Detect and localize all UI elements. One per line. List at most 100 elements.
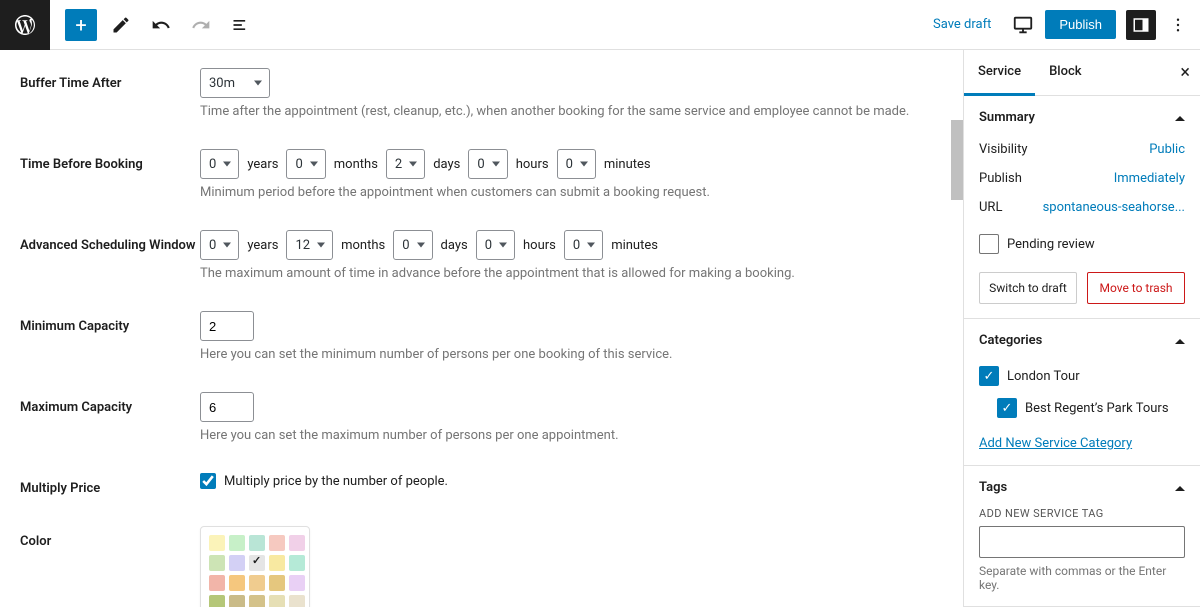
tb-hours[interactable]: 0 bbox=[468, 149, 507, 179]
plus-icon: + bbox=[75, 13, 86, 37]
link-url[interactable]: spontaneous-seahorse... bbox=[1043, 200, 1185, 215]
color-swatch[interactable] bbox=[229, 555, 245, 571]
color-swatch[interactable] bbox=[249, 535, 265, 551]
label-max-cap: Maximum Capacity bbox=[20, 392, 200, 415]
color-swatch[interactable] bbox=[249, 575, 265, 591]
category-item: ✓ Best Regent’s Park Tours bbox=[997, 392, 1185, 424]
wordpress-logo[interactable] bbox=[0, 0, 50, 50]
top-right-group: Save draft Publish bbox=[923, 10, 1190, 40]
save-draft-link[interactable]: Save draft bbox=[923, 11, 1001, 38]
sidebar: Service Block × Summary VisibilityPublic… bbox=[963, 50, 1200, 607]
color-swatch[interactable] bbox=[249, 595, 265, 607]
color-palette: More bbox=[200, 526, 310, 607]
color-swatch[interactable] bbox=[289, 575, 305, 591]
chevron-up-icon[interactable] bbox=[1175, 110, 1185, 125]
redo-icon[interactable] bbox=[185, 9, 217, 41]
tb-months[interactable]: 0 bbox=[286, 149, 325, 179]
close-sidebar-icon[interactable]: × bbox=[1180, 62, 1190, 83]
tag-input[interactable] bbox=[979, 526, 1185, 558]
tb-days[interactable]: 2 bbox=[386, 149, 425, 179]
color-swatch[interactable] bbox=[229, 595, 245, 607]
edit-tool-icon[interactable] bbox=[105, 9, 137, 41]
color-swatch[interactable] bbox=[289, 555, 305, 571]
help-time-before: Minimum period before the appointment wh… bbox=[200, 185, 943, 200]
color-swatch[interactable] bbox=[229, 535, 245, 551]
row-adv-window: Advanced Scheduling Window 0years 12mont… bbox=[0, 222, 963, 289]
color-swatch[interactable] bbox=[209, 555, 225, 571]
tags-title[interactable]: Tags bbox=[979, 480, 1007, 495]
chevron-up-icon[interactable] bbox=[1175, 333, 1185, 348]
main-layout: Buffer Time After 30m Time after the app… bbox=[0, 50, 1200, 607]
help-min-cap: Here you can set the minimum number of p… bbox=[200, 347, 943, 362]
row-color: Color More bbox=[0, 518, 963, 607]
row-max-cap: Maximum Capacity Here you can set the ma… bbox=[0, 384, 963, 451]
aw-minutes[interactable]: 0 bbox=[564, 230, 603, 260]
select-buffer-after[interactable]: 30m bbox=[200, 68, 270, 98]
switch-draft-button[interactable]: Switch to draft bbox=[979, 272, 1077, 304]
color-swatch[interactable] bbox=[209, 575, 225, 591]
label-adv-window: Advanced Scheduling Window bbox=[20, 230, 200, 253]
move-trash-button[interactable]: Move to trash bbox=[1087, 272, 1185, 304]
summary-title[interactable]: Summary bbox=[979, 110, 1035, 125]
more-options-icon[interactable] bbox=[1166, 13, 1190, 37]
checkbox-multiply[interactable] bbox=[200, 473, 216, 489]
help-max-cap: Here you can set the maximum number of p… bbox=[200, 428, 943, 443]
row-time-before: Time Before Booking 0years 0months 2days… bbox=[0, 141, 963, 208]
list-view-icon[interactable] bbox=[225, 9, 257, 41]
sb-section-tags: Tags Add New Service Tag Separate with c… bbox=[964, 466, 1200, 607]
aw-hours[interactable]: 0 bbox=[476, 230, 515, 260]
add-block-button[interactable]: + bbox=[65, 9, 97, 41]
text-multiply: Multiply price by the number of people. bbox=[224, 474, 448, 489]
chevron-up-icon[interactable] bbox=[1175, 480, 1185, 495]
sb-section-summary: Summary VisibilityPublic PublishImmediat… bbox=[964, 96, 1200, 319]
tb-years[interactable]: 0 bbox=[200, 149, 239, 179]
add-category-link[interactable]: Add New Service Category bbox=[979, 436, 1132, 451]
top-toolbar: + Save draft Publish bbox=[0, 0, 1200, 50]
aw-months[interactable]: 12 bbox=[286, 230, 333, 260]
aw-years[interactable]: 0 bbox=[200, 230, 239, 260]
category-label: Best Regent’s Park Tours bbox=[1025, 401, 1169, 416]
category-checkbox[interactable]: ✓ bbox=[997, 398, 1017, 418]
color-swatch[interactable] bbox=[269, 555, 285, 571]
color-swatch[interactable] bbox=[269, 595, 285, 607]
color-swatch[interactable] bbox=[289, 595, 305, 607]
categories-title[interactable]: Categories bbox=[979, 333, 1042, 348]
wp-icon bbox=[13, 13, 37, 37]
category-checkbox[interactable]: ✓ bbox=[979, 366, 999, 386]
tab-block[interactable]: Block bbox=[1035, 50, 1095, 95]
input-max-cap[interactable] bbox=[200, 392, 254, 422]
label-buffer-after: Buffer Time After bbox=[20, 68, 200, 91]
category-item: ✓ London Tour bbox=[979, 360, 1185, 392]
help-buffer-after: Time after the appointment (rest, cleanu… bbox=[200, 104, 943, 119]
row-multiply: Multiply Price Multiply price by the num… bbox=[0, 465, 963, 504]
aw-days[interactable]: 0 bbox=[393, 230, 432, 260]
checkbox-pending[interactable] bbox=[979, 234, 999, 254]
category-label: London Tour bbox=[1007, 369, 1080, 384]
color-swatch[interactable] bbox=[269, 575, 285, 591]
row-buffer-after: Buffer Time After 30m Time after the app… bbox=[0, 60, 963, 127]
input-min-cap[interactable] bbox=[200, 311, 254, 341]
tb-minutes[interactable]: 0 bbox=[557, 149, 596, 179]
color-swatch[interactable] bbox=[209, 535, 225, 551]
link-publish[interactable]: Immediately bbox=[1114, 171, 1185, 186]
label-time-before: Time Before Booking bbox=[20, 149, 200, 172]
link-visibility[interactable]: Public bbox=[1149, 142, 1185, 157]
color-swatch[interactable] bbox=[269, 535, 285, 551]
sidebar-toggle-button[interactable] bbox=[1126, 10, 1156, 40]
color-swatch[interactable] bbox=[229, 575, 245, 591]
publish-button[interactable]: Publish bbox=[1045, 10, 1116, 39]
preview-icon[interactable] bbox=[1011, 13, 1035, 37]
help-adv-window: The maximum amount of time in advance be… bbox=[200, 266, 943, 281]
top-left-group: + bbox=[0, 0, 257, 49]
label-color: Color bbox=[20, 526, 200, 549]
sb-section-categories: Categories ✓ London Tour ✓ Best Regent’s Pa… bbox=[964, 319, 1200, 466]
content-area: Buffer Time After 30m Time after the app… bbox=[0, 50, 963, 607]
color-swatch[interactable] bbox=[249, 555, 265, 571]
sidebar-tabs: Service Block × bbox=[964, 50, 1200, 96]
undo-icon[interactable] bbox=[145, 9, 177, 41]
color-swatch[interactable] bbox=[209, 595, 225, 607]
tab-service[interactable]: Service bbox=[964, 50, 1035, 96]
color-swatch[interactable] bbox=[289, 535, 305, 551]
scrollbar-thumb[interactable] bbox=[951, 120, 963, 200]
label-multiply: Multiply Price bbox=[20, 473, 200, 496]
